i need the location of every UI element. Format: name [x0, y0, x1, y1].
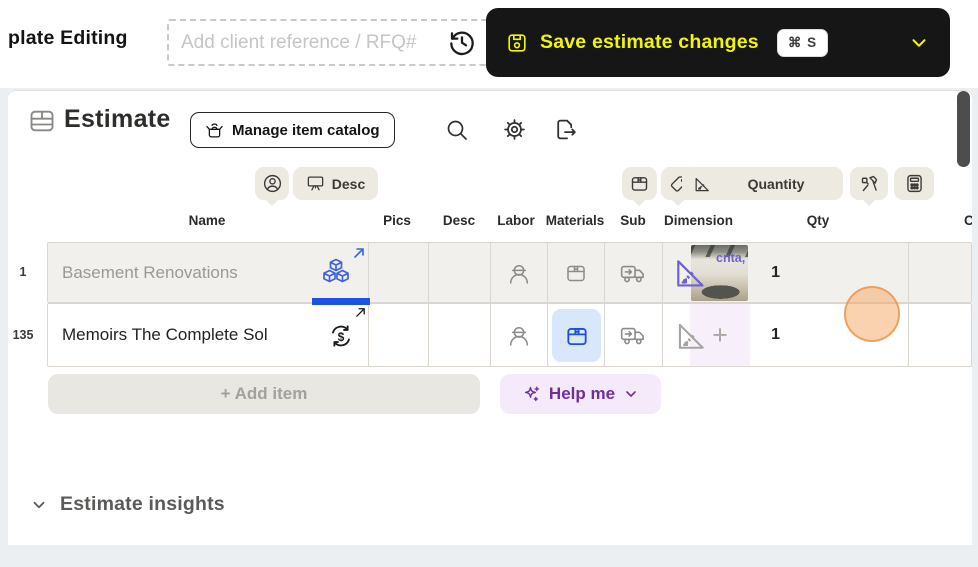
- name-cell[interactable]: Basement Renovations: [48, 243, 369, 302]
- column-header-labor: Labor: [497, 213, 535, 228]
- manage-item-catalog-label: Manage item catalog: [232, 122, 380, 139]
- column-header-pics: Pics: [383, 213, 411, 228]
- chip-quantity-label: Quantity: [748, 176, 805, 192]
- column-header-desc: Desc: [443, 213, 475, 228]
- column-header-cost: C: [964, 213, 972, 228]
- sync-dollar-icon[interactable]: $: [325, 320, 357, 352]
- cost-cell[interactable]: [909, 304, 972, 366]
- labor-cell[interactable]: [491, 304, 548, 366]
- worker-icon: [506, 259, 533, 286]
- tools-icon: [859, 173, 880, 194]
- qty-value[interactable]: 1: [771, 326, 780, 344]
- estimate-insights-label: Estimate insights: [60, 493, 225, 516]
- chip-quantity[interactable]: Quantity: [682, 167, 843, 200]
- pics-cell[interactable]: [369, 243, 429, 302]
- sub-cell[interactable]: [605, 243, 663, 302]
- history-icon[interactable]: [446, 26, 478, 58]
- calculator-icon: [904, 173, 925, 194]
- vertical-scrollbar[interactable]: [957, 91, 970, 167]
- item-name: Memoirs The Complete Sol: [62, 325, 268, 345]
- chevron-down-icon[interactable]: [908, 32, 930, 54]
- column-header-sub: Sub: [620, 213, 646, 228]
- truck-icon: [619, 322, 649, 348]
- estimate-title: Estimate: [64, 105, 171, 134]
- materials-selected-toggle[interactable]: [552, 309, 601, 362]
- table-row: Basement Renovations: [47, 242, 972, 303]
- save-button-label: Save estimate changes: [540, 31, 759, 54]
- drag-indicator-bar: [312, 298, 370, 305]
- table-row: Memoirs The Complete Sol $ +: [47, 303, 972, 367]
- worker-icon: [506, 322, 533, 349]
- column-header-dimension: Dimension: [664, 213, 733, 228]
- ruler-icon: [692, 174, 712, 194]
- save-estimate-button[interactable]: Save estimate changes ⌘ S: [486, 8, 950, 77]
- page-title: plate Editing: [8, 27, 128, 50]
- top-bar: plate Editing Save estimate changes ⌘ S: [0, 0, 978, 88]
- package-icon: [629, 173, 650, 194]
- package-icon: [564, 261, 588, 285]
- estimate-panel: Estimate Manage item catalog: [8, 90, 972, 545]
- desc-cell[interactable]: [429, 304, 491, 366]
- item-name: Basement Renovations: [62, 263, 238, 283]
- truck-icon: [619, 260, 649, 286]
- column-header-qty: Qty: [807, 213, 830, 228]
- gear-icon[interactable]: [502, 117, 527, 142]
- chevron-down-icon: [30, 496, 48, 514]
- materials-cell[interactable]: [548, 243, 605, 302]
- dimension-value: cnta,: [716, 251, 745, 265]
- row-number: 1: [8, 265, 38, 279]
- table-icon: [28, 107, 56, 135]
- floppy-save-icon: [506, 32, 528, 54]
- chevron-down-icon: [623, 386, 639, 402]
- add-item-button[interactable]: + Add item: [48, 374, 480, 414]
- row-number: 135: [8, 328, 38, 342]
- manage-item-catalog-button[interactable]: Manage item catalog: [190, 112, 395, 148]
- help-me-button[interactable]: Help me: [500, 374, 661, 414]
- labor-cell[interactable]: [491, 243, 548, 302]
- pics-cell[interactable]: +: [369, 304, 429, 366]
- monitor-icon: [306, 174, 325, 193]
- desc-cell[interactable]: [429, 243, 491, 302]
- ruler-icon: [673, 318, 709, 354]
- name-cell[interactable]: Memoirs The Complete Sol $: [48, 304, 369, 366]
- arrow-ne-icon: [352, 246, 366, 260]
- qty-value[interactable]: 1: [771, 264, 780, 282]
- materials-cell[interactable]: [548, 304, 605, 366]
- click-highlight-ring: [844, 286, 900, 342]
- svg-text:$: $: [338, 330, 345, 344]
- sparkles-icon: [522, 385, 541, 404]
- chip-calculator[interactable]: [894, 167, 934, 200]
- package-icon: [564, 323, 590, 349]
- help-me-label: Help me: [549, 384, 615, 404]
- cubes-icon[interactable]: [318, 255, 354, 291]
- chip-desc-label: Desc: [332, 176, 365, 192]
- ruler-icon: [671, 254, 709, 292]
- export-icon[interactable]: [553, 117, 578, 142]
- search-icon[interactable]: [445, 118, 469, 142]
- column-header-materials: Materials: [546, 213, 605, 228]
- column-header-name: Name: [189, 213, 226, 228]
- chip-desc[interactable]: Desc: [293, 167, 378, 200]
- keyboard-shortcut-badge: ⌘ S: [777, 29, 828, 57]
- arrow-ne-icon: [354, 306, 367, 319]
- cost-cell[interactable]: 10: [909, 243, 972, 302]
- open-box-icon: [205, 121, 224, 140]
- person-icon: [262, 173, 283, 194]
- sub-cell[interactable]: [605, 304, 663, 366]
- estimate-insights-toggle[interactable]: Estimate insights: [30, 493, 225, 516]
